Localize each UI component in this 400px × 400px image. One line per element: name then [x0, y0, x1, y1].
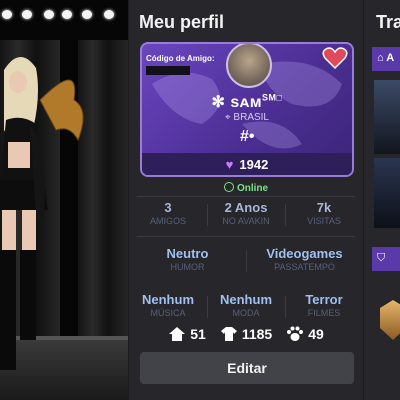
- stats-row-2: Neutro HUMOR Videogames PASSATEMPO: [129, 246, 363, 272]
- username: ✻ sᴀᴍSM□: [142, 92, 352, 112]
- stat-label: MÚSICA: [150, 308, 186, 318]
- crest-badge-icon[interactable]: [380, 300, 400, 340]
- friend-code-label: Código de Amigo:: [146, 54, 215, 63]
- stat-value: Terror: [305, 292, 343, 307]
- trades-tab-label: A: [386, 52, 395, 64]
- stat-mood: Neutro HUMOR: [129, 246, 246, 272]
- homes-count-value: 51: [190, 326, 206, 342]
- stats-row-3: Nenhum MÚSICA Nenhum MODA Terror FILMES: [129, 292, 363, 318]
- edit-profile-button[interactable]: Editar: [140, 352, 354, 384]
- outfits-count[interactable]: 1185: [220, 326, 272, 342]
- stat-value: 3: [164, 200, 172, 215]
- trade-thumbnail[interactable]: [374, 158, 400, 228]
- username-suffix: SM□: [262, 92, 283, 103]
- stat-value: 2 Anos: [224, 200, 268, 215]
- stat-value: Nenhum: [142, 292, 194, 307]
- pets-count[interactable]: 49: [286, 326, 324, 342]
- stage-lights: [0, 6, 128, 26]
- country-text: BRASIL: [233, 112, 269, 123]
- shield-tab[interactable]: ⛉: [372, 247, 400, 271]
- heart-icon[interactable]: [322, 46, 348, 70]
- online-status: Online: [129, 182, 363, 194]
- friend-code-redacted: [146, 66, 190, 75]
- divider: [137, 236, 355, 237]
- divider: [137, 196, 355, 197]
- stat-label: HUMOR: [170, 262, 205, 272]
- stat-label: VISITAS: [307, 216, 341, 226]
- online-text: Online: [236, 183, 269, 194]
- stat-hobby: Videogames PASSATEMPO: [246, 246, 363, 272]
- clock-icon: [223, 182, 234, 192]
- paw-icon: [287, 326, 304, 341]
- username-text: ✻ sᴀᴍ: [211, 94, 263, 111]
- trades-panel-partial: Tra ⌂ A ⛉: [364, 0, 400, 400]
- score-value: 1942: [239, 156, 269, 172]
- stat-age: 2 Anos NO AVAKIN: [207, 200, 285, 226]
- hashtag-badge: #•: [239, 128, 255, 145]
- trades-title: Tra: [376, 12, 400, 32]
- avatar[interactable]: [226, 44, 272, 88]
- homes-count[interactable]: 51: [168, 326, 206, 342]
- page-title: Meu perfil: [139, 12, 225, 32]
- stat-visits: 7k VISITAS: [285, 200, 363, 226]
- country: ⌖ BRASIL: [142, 112, 352, 123]
- stat-label: FILMES: [307, 308, 341, 318]
- stats-row-1: 3 AMIGOS 2 Anos NO AVAKIN 7k VISITAS: [129, 200, 363, 226]
- stat-value: Neutro: [166, 246, 209, 261]
- stat-value: Videogames: [266, 246, 343, 261]
- stat-value: 7k: [316, 200, 332, 215]
- profile-card[interactable]: Código de Amigo: ✻ sᴀᴍSM□ ⌖ BRASIL #• ♥ …: [140, 42, 354, 177]
- app-screen: Meu perfil Código de Amigo: ✻ sᴀᴍSM□ ⌖ B…: [0, 0, 400, 400]
- pets-count-value: 49: [308, 326, 324, 342]
- shield-icon: ⛉: [377, 252, 386, 264]
- avatar-scene[interactable]: [0, 0, 128, 400]
- collection-counts: 51 1185 49: [129, 326, 363, 342]
- heart-score-icon: ♥: [225, 156, 234, 172]
- home-icon: [169, 327, 186, 341]
- stat-movies: Terror FILMES: [285, 292, 363, 318]
- stat-label: NO AVAKIN: [222, 216, 270, 226]
- trades-tab[interactable]: ⌂ A: [372, 47, 400, 71]
- trade-thumbnail[interactable]: [374, 80, 400, 154]
- score-bar: ♥ 1942: [142, 153, 352, 175]
- home-icon: ⌂: [377, 52, 387, 64]
- stat-label: MODA: [232, 308, 260, 318]
- outfits-count-value: 1185: [241, 326, 273, 342]
- profile-panel: Meu perfil Código de Amigo: ✻ sᴀᴍSM□ ⌖ B…: [129, 0, 363, 400]
- stat-label: PASSATEMPO: [274, 262, 335, 272]
- stat-music: Nenhum MÚSICA: [129, 292, 207, 318]
- stat-label: AMIGOS: [149, 216, 186, 226]
- stat-fashion: Nenhum MODA: [207, 292, 285, 318]
- stat-friends[interactable]: 3 AMIGOS: [129, 200, 207, 226]
- shirt-icon: [220, 327, 237, 341]
- stat-value: Nenhum: [220, 292, 272, 307]
